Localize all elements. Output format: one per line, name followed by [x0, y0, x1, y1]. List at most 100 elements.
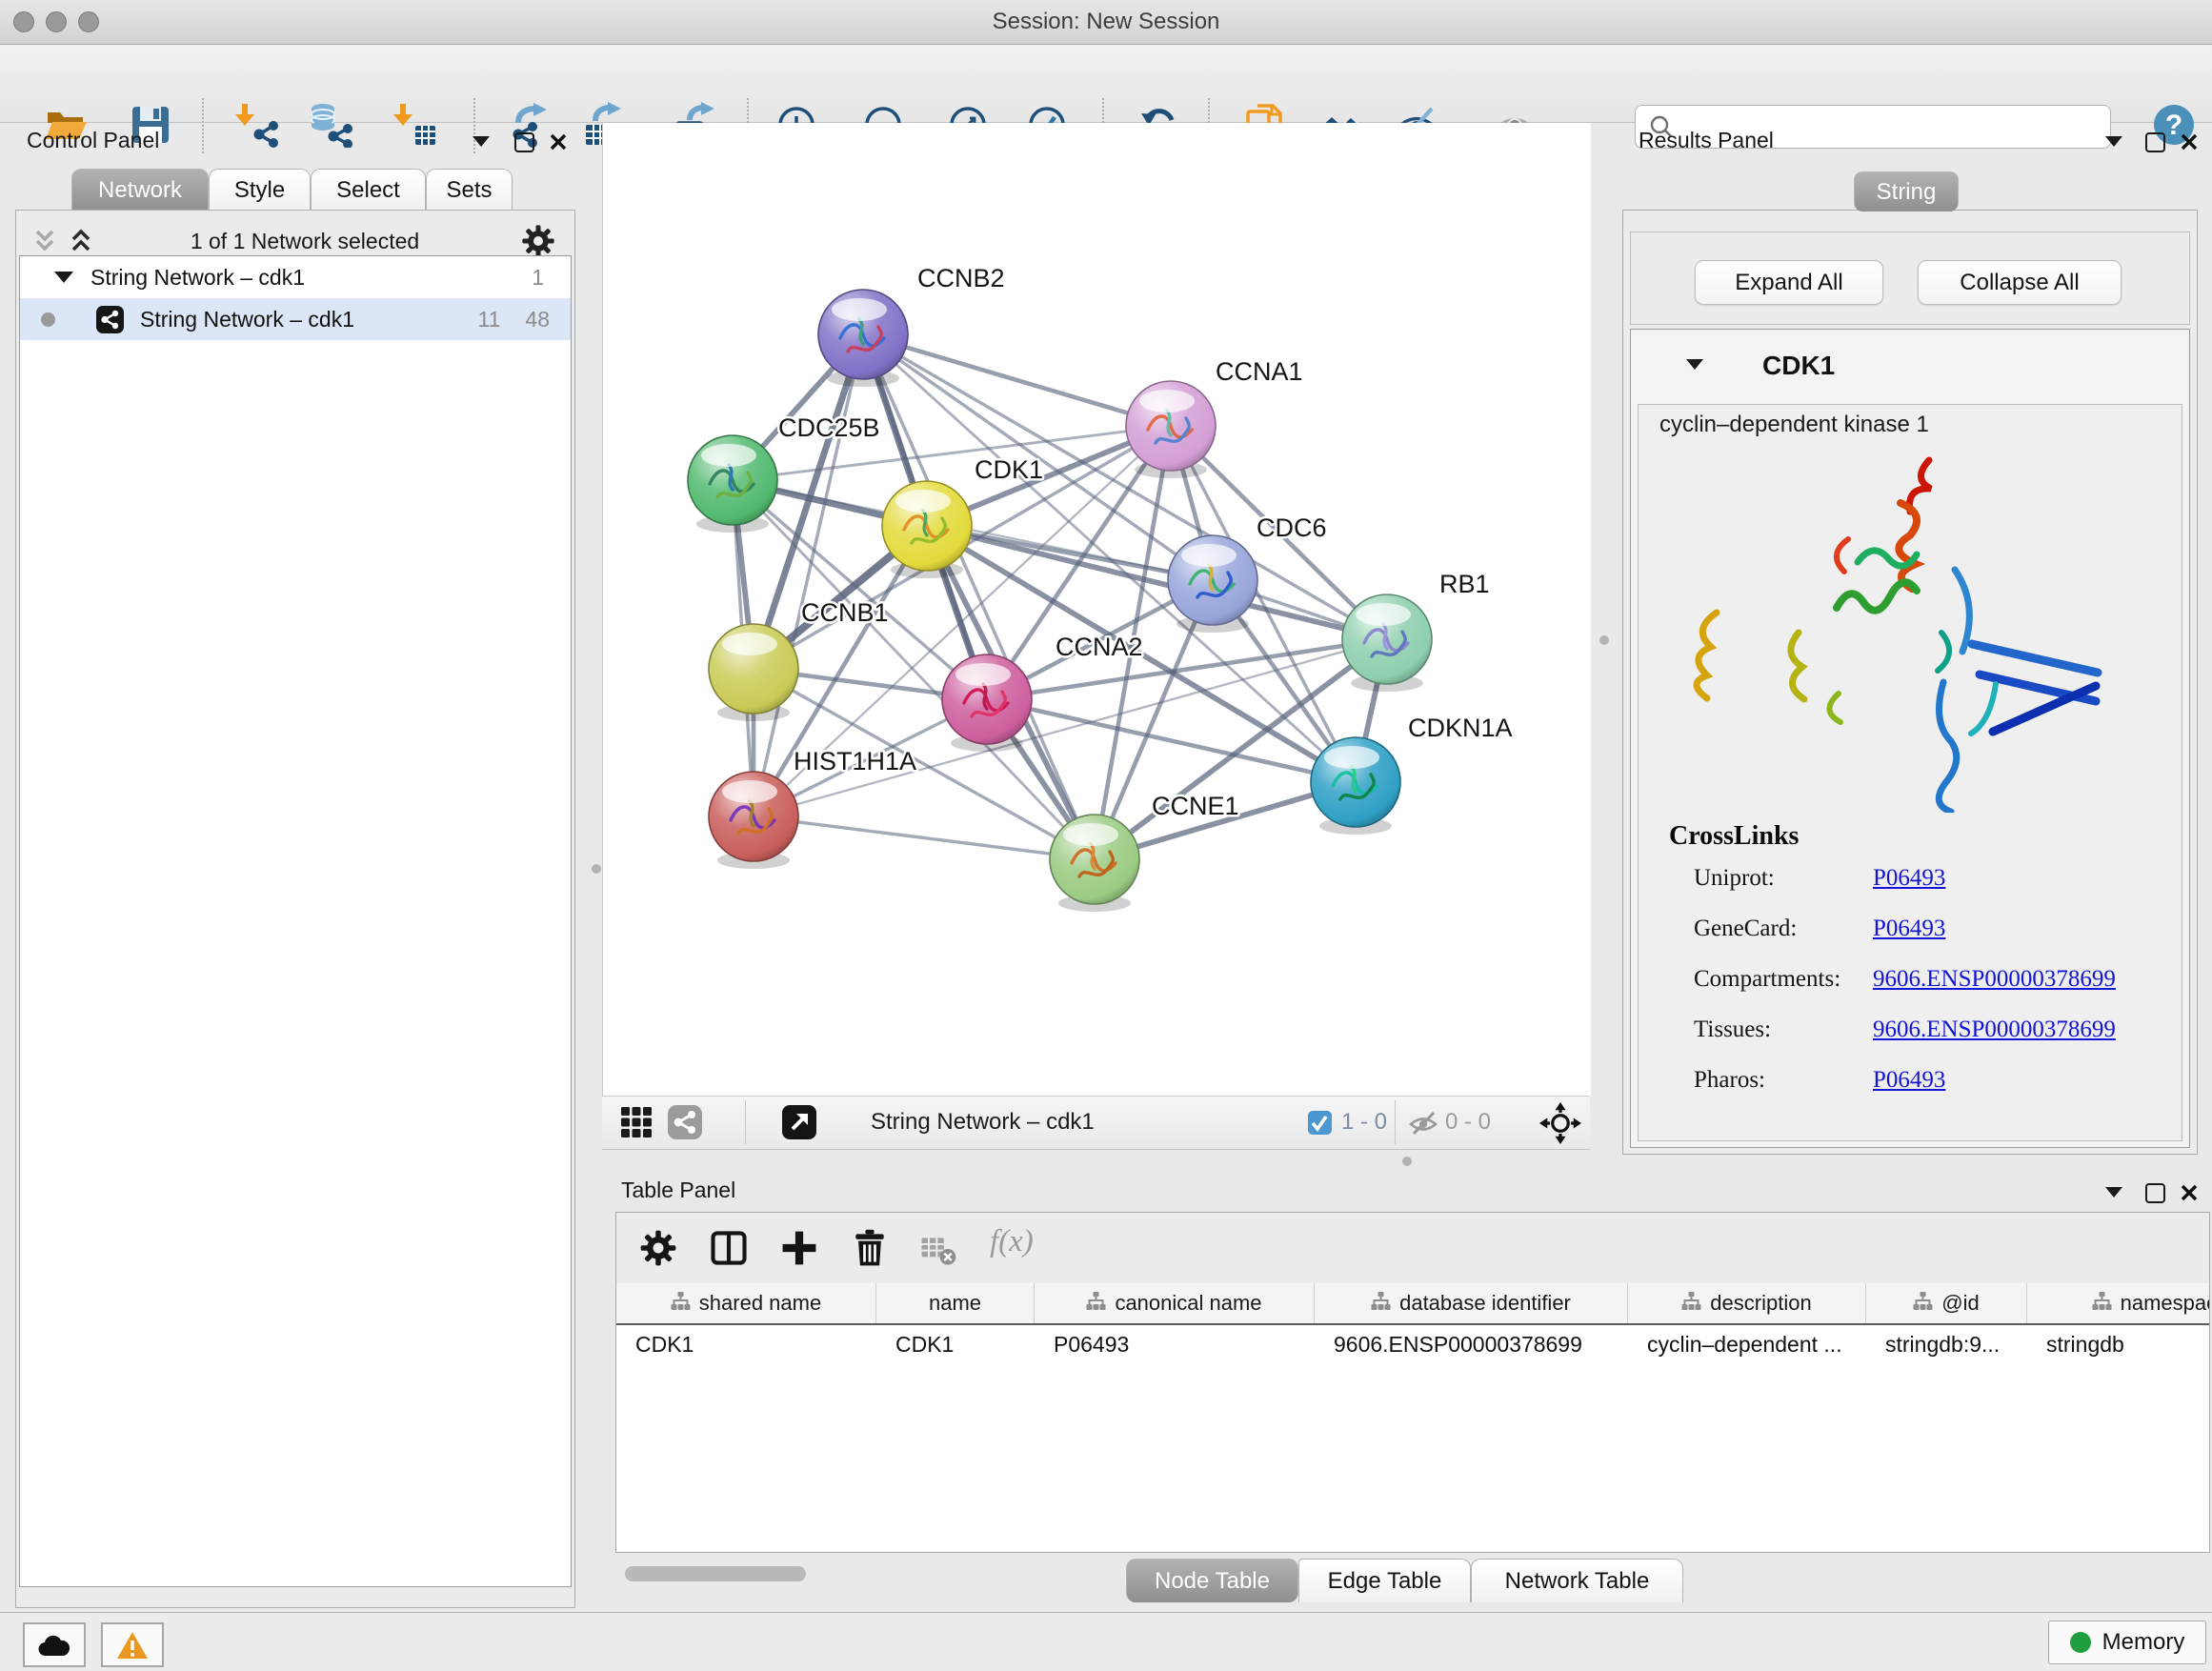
column-header-description[interactable]: description: [1628, 1283, 1866, 1323]
network-node-CDK1[interactable]: [882, 481, 972, 578]
memory-button[interactable]: Memory: [2048, 1621, 2206, 1664]
cloud-status-button[interactable]: [23, 1622, 86, 1667]
table-cell[interactable]: stringdb: [2027, 1325, 2210, 1363]
column-header-database-identifier[interactable]: database identifier: [1315, 1283, 1628, 1323]
delete-table-icon[interactable]: [919, 1230, 957, 1273]
table-cell[interactable]: P06493: [1035, 1325, 1315, 1363]
crosslink-value-link[interactable]: P06493: [1873, 1067, 1945, 1094]
crosslink-value-link[interactable]: 9606.ENSP00000378699: [1873, 966, 2116, 993]
function-builder-icon[interactable]: f(x): [990, 1224, 1034, 1259]
tab-node-table[interactable]: Node Table: [1126, 1559, 1298, 1602]
tab-network-table[interactable]: Network Table: [1471, 1559, 1683, 1602]
grid-view-icon[interactable]: [619, 1105, 654, 1144]
table-cell[interactable]: cyclin–dependent ...: [1628, 1325, 1866, 1363]
collapse-all-chevrons-icon[interactable]: [30, 227, 59, 255]
expand-all-chevrons-icon[interactable]: [67, 227, 95, 255]
delete-column-trash-icon[interactable]: [849, 1227, 891, 1274]
expand-all-button[interactable]: Expand All: [1695, 260, 1883, 305]
network-node-RB1[interactable]: [1342, 594, 1432, 692]
column-header-namespace[interactable]: namespace: [2027, 1283, 2210, 1323]
network-node-CDC25B[interactable]: [688, 435, 777, 533]
shared-column-icon: [1913, 1291, 1933, 1317]
table-row[interactable]: CDK1CDK1P064939606.ENSP00000378699cyclin…: [616, 1325, 2210, 1363]
node-label-CDC25B: CDC25B: [778, 413, 880, 442]
tree-expander-icon[interactable]: [54, 272, 73, 283]
warnings-button[interactable]: [101, 1622, 164, 1667]
column-header-name[interactable]: name: [876, 1283, 1035, 1323]
tab-edge-table[interactable]: Edge Table: [1298, 1559, 1471, 1602]
network-node-CCNA2[interactable]: [942, 654, 1032, 752]
network-node-CDC6[interactable]: [1168, 535, 1257, 633]
control-panel-title: Control Panel: [27, 128, 159, 153]
network-view-title: String Network – cdk1: [871, 1109, 1095, 1136]
import-table-file-icon[interactable]: [392, 102, 438, 148]
edge-count: 48: [525, 307, 550, 332]
column-header--id[interactable]: @id: [1866, 1283, 2027, 1323]
crosslink-value-link[interactable]: 9606.ENSP00000378699: [1873, 1017, 2116, 1043]
table-settings-gear-icon[interactable]: [637, 1227, 679, 1274]
column-header-shared-name[interactable]: shared name: [616, 1283, 876, 1323]
control-panel-float-icon[interactable]: [473, 136, 490, 147]
bottom-splitter-handle[interactable]: [1402, 1157, 1412, 1166]
table-horizontal-scrollbar[interactable]: [625, 1566, 806, 1581]
network-selection-status: 1 of 1 Network selected: [114, 229, 495, 254]
table-cell[interactable]: stringdb:9...: [1866, 1325, 2027, 1363]
warning-icon: [116, 1631, 149, 1660]
results-panel-float-icon[interactable]: [2105, 136, 2122, 147]
network-edge[interactable]: [863, 334, 1095, 859]
results-panel-maximize-icon[interactable]: [2145, 132, 2165, 152]
tab-style[interactable]: Style: [209, 169, 311, 211]
create-column-plus-icon[interactable]: [778, 1227, 820, 1274]
crosslinks-heading: CrossLinks: [1669, 821, 1799, 852]
tab-sets[interactable]: Sets: [426, 169, 513, 211]
left-splitter-handle[interactable]: [592, 864, 601, 874]
collapse-all-button[interactable]: Collapse All: [1918, 260, 2122, 305]
protein-section-collapse-icon[interactable]: [1686, 359, 1703, 370]
selected-checkbox-icon[interactable]: [1307, 1110, 1333, 1140]
table-panel-close-icon[interactable]: [2180, 1183, 2199, 1202]
import-network-file-icon[interactable]: [234, 102, 280, 148]
open-in-new-window-icon[interactable]: [781, 1104, 817, 1145]
table-panel-float-icon[interactable]: [2105, 1187, 2122, 1198]
table-cell[interactable]: CDK1: [616, 1325, 876, 1363]
right-splitter-handle[interactable]: [1599, 635, 1609, 645]
current-network-dot-icon: [41, 312, 55, 327]
network-edge[interactable]: [754, 334, 863, 816]
toolbar-separator: [202, 98, 204, 153]
network-node-CCNE1[interactable]: [1050, 815, 1139, 912]
tab-network[interactable]: Network: [71, 169, 209, 211]
network-node-CCNB1[interactable]: [709, 624, 798, 721]
tab-string-results[interactable]: String: [1854, 171, 1959, 211]
network-node-CDKN1A[interactable]: [1311, 737, 1400, 835]
crosslink-value-link[interactable]: P06493: [1873, 916, 1945, 942]
control-panel-maximize-icon[interactable]: [514, 132, 534, 152]
string-style-icon[interactable]: [667, 1104, 703, 1145]
network-canvas[interactable]: CCNB2CCNA1CDC25BCDK1CDC6RB1CCNB1CCNA2CDK…: [602, 123, 1591, 1096]
table-cell[interactable]: 9606.ENSP00000378699: [1315, 1325, 1628, 1363]
crosslink-value-link[interactable]: P06493: [1873, 865, 1945, 892]
network-row-selected[interactable]: String Network – cdk1 11 48: [20, 298, 571, 340]
table-cell[interactable]: CDK1: [876, 1325, 1035, 1363]
network-edge[interactable]: [863, 334, 1171, 426]
crosslink-label: Pharos:: [1694, 1067, 1765, 1094]
show-columns-icon[interactable]: [708, 1227, 750, 1274]
network-node-CCNA1[interactable]: [1126, 381, 1216, 478]
shared-column-icon: [671, 1291, 691, 1317]
shared-column-icon: [1086, 1291, 1106, 1317]
tab-select[interactable]: Select: [311, 169, 426, 211]
shared-column-icon: [1681, 1291, 1701, 1317]
table-toolbar: f(x): [616, 1213, 2209, 1283]
hidden-eye-slash-icon[interactable]: [1408, 1108, 1438, 1143]
network-node-HIST1H1A[interactable]: [709, 772, 798, 869]
table-header-row[interactable]: shared namenamecanonical namedatabase id…: [616, 1283, 2210, 1325]
birds-eye-view-icon[interactable]: [1539, 1102, 1581, 1149]
network-graph[interactable]: CCNB2CCNA1CDC25BCDK1CDC6RB1CCNB1CCNA2CDK…: [603, 123, 1591, 1096]
import-network-database-icon[interactable]: [308, 102, 353, 148]
table-panel-maximize-icon[interactable]: [2145, 1183, 2165, 1203]
network-edge[interactable]: [754, 816, 1095, 859]
control-panel-close-icon[interactable]: [549, 132, 568, 151]
toolbar-separator: [1395, 1100, 1396, 1144]
results-panel-close-icon[interactable]: [2180, 132, 2199, 151]
column-header-canonical-name[interactable]: canonical name: [1035, 1283, 1315, 1323]
network-collection-row[interactable]: String Network – cdk1 1: [20, 256, 571, 298]
